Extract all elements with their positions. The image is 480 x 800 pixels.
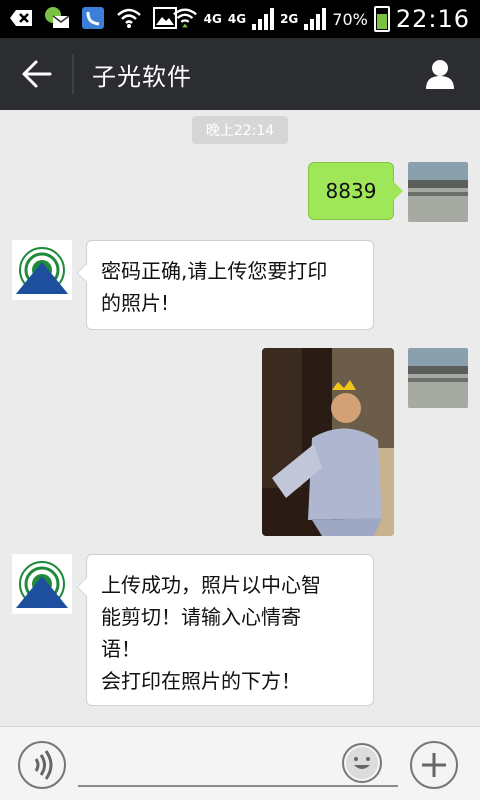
delete-key-icon bbox=[8, 5, 34, 31]
smiley-icon bbox=[346, 747, 378, 779]
title-divider bbox=[72, 54, 74, 94]
battery-icon bbox=[373, 6, 390, 32]
contact-message-bubble-2[interactable]: 上传成功，照片以中心智 能剪切！请输入心情寄 语！ 会打印在照片的下方！ bbox=[77, 554, 374, 706]
profile-button[interactable] bbox=[424, 58, 456, 90]
timestamp-badge: 晚上22:14 bbox=[192, 116, 288, 144]
input-bar bbox=[0, 726, 480, 800]
contact-avatar[interactable] bbox=[12, 240, 72, 300]
arrow-left-icon bbox=[22, 60, 52, 88]
message-line: 语！ bbox=[101, 637, 141, 661]
chat-area[interactable]: 晚上22:14 8839 密码正确,请上传您要打印 的照片! 上传成功，照片以中… bbox=[0, 110, 480, 726]
message-line: 能剪切！请输入心情寄 bbox=[101, 605, 301, 629]
message-line: 的照片! bbox=[101, 291, 170, 315]
message-line: 会打印在照片的下方！ bbox=[101, 669, 301, 693]
sent-photo[interactable] bbox=[262, 348, 394, 536]
title-bar: 子光软件 bbox=[0, 38, 480, 110]
voice-icon bbox=[34, 750, 53, 780]
network-2g-label: 2G bbox=[280, 12, 299, 26]
signal-bars-icon bbox=[252, 8, 275, 30]
my-message-bubble[interactable]: 8839 bbox=[308, 162, 403, 220]
voice-button[interactable] bbox=[18, 741, 66, 789]
contact-message-bubble[interactable]: 密码正确,请上传您要打印 的照片! bbox=[77, 240, 374, 330]
message-line: 上传成功，照片以中心智 bbox=[101, 573, 321, 597]
notification-icons bbox=[8, 5, 178, 31]
wifi-signal-icon bbox=[172, 6, 198, 32]
person-icon bbox=[426, 60, 454, 89]
status-bar: 4G 4G 2G 70% 22:16 bbox=[0, 0, 480, 38]
battery-percent: 70% bbox=[332, 9, 368, 29]
plus-icon bbox=[422, 753, 446, 777]
network-type-label-2: 4G bbox=[227, 12, 247, 26]
phone-app-icon bbox=[80, 5, 106, 31]
chat-title: 子光软件 bbox=[92, 63, 192, 91]
back-button[interactable] bbox=[16, 56, 56, 92]
plus-button[interactable] bbox=[410, 741, 458, 789]
network-type-label: 4G bbox=[203, 12, 222, 26]
my-avatar-2[interactable] bbox=[408, 348, 468, 408]
wifi-icon bbox=[116, 5, 142, 31]
message-line: 密码正确,请上传您要打印 bbox=[101, 259, 328, 283]
my-avatar[interactable] bbox=[408, 162, 468, 222]
emoji-button[interactable] bbox=[342, 743, 382, 783]
system-indicators: 4G 4G 2G 70% 22:16 bbox=[172, 4, 470, 34]
message-text: 8839 bbox=[325, 179, 377, 203]
signal-bars-2-icon bbox=[304, 8, 327, 30]
contact-avatar-2[interactable] bbox=[12, 554, 72, 614]
mail-app-icon bbox=[44, 5, 70, 31]
clock: 22:16 bbox=[395, 5, 470, 33]
